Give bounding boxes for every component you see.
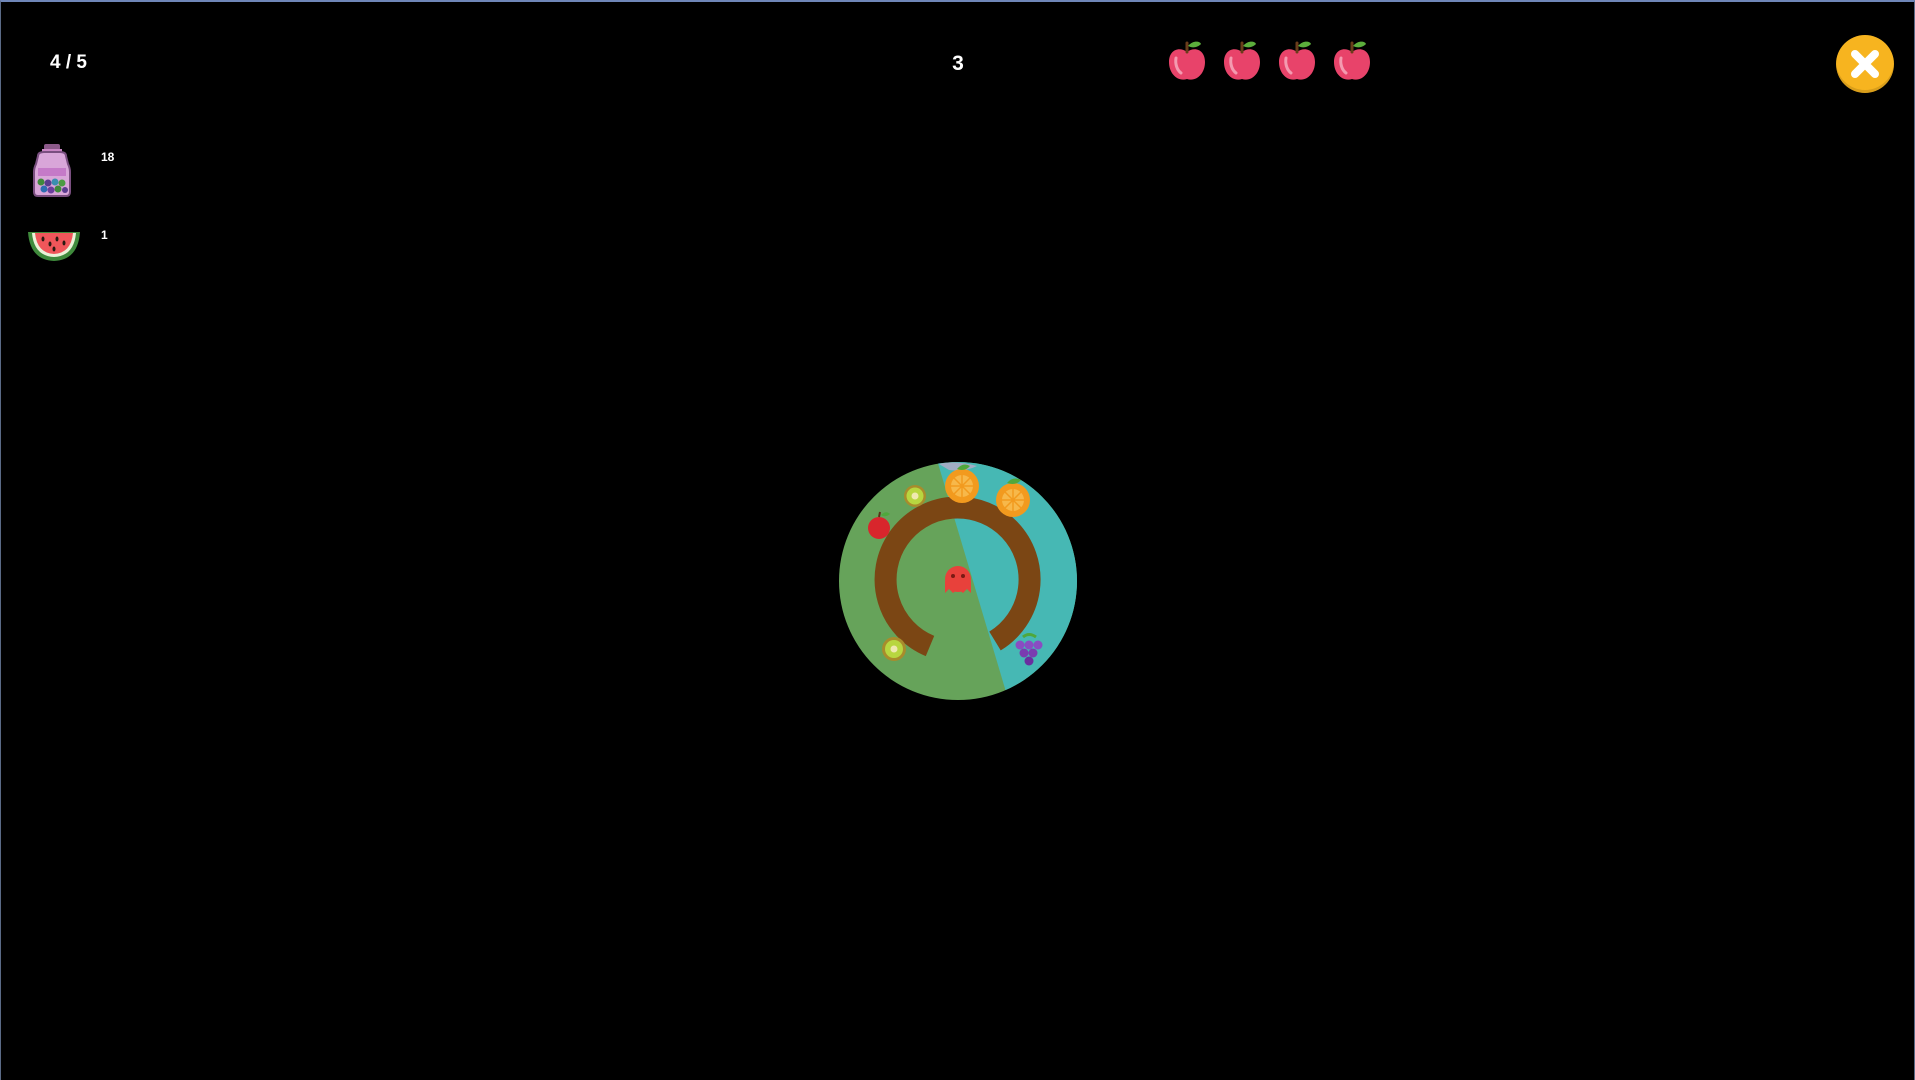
world-planet bbox=[839, 462, 1077, 700]
game-stage: 4 / 5 3 18 1 bbox=[0, 0, 1915, 1080]
close-button[interactable] bbox=[1836, 35, 1894, 93]
player-character[interactable] bbox=[945, 566, 971, 593]
apple-life-icon bbox=[1334, 41, 1370, 80]
kiwi-fruit[interactable] bbox=[882, 637, 906, 661]
watermelon-count: 1 bbox=[101, 228, 108, 242]
apple-life-icon bbox=[1279, 41, 1315, 80]
level-progress-counter: 4 / 5 bbox=[50, 52, 87, 73]
watermelon-slice-icon bbox=[28, 232, 80, 261]
score-counter: 3 bbox=[952, 52, 964, 75]
berry-jar-count: 18 bbox=[101, 150, 115, 164]
close-x-icon bbox=[1851, 50, 1879, 78]
kiwi-fruit[interactable] bbox=[904, 485, 926, 507]
berry-jar-icon bbox=[33, 144, 71, 197]
apple-life-icon bbox=[1169, 41, 1205, 80]
lives-indicator bbox=[1165, 38, 1374, 84]
apple-life-icon bbox=[1224, 41, 1260, 80]
